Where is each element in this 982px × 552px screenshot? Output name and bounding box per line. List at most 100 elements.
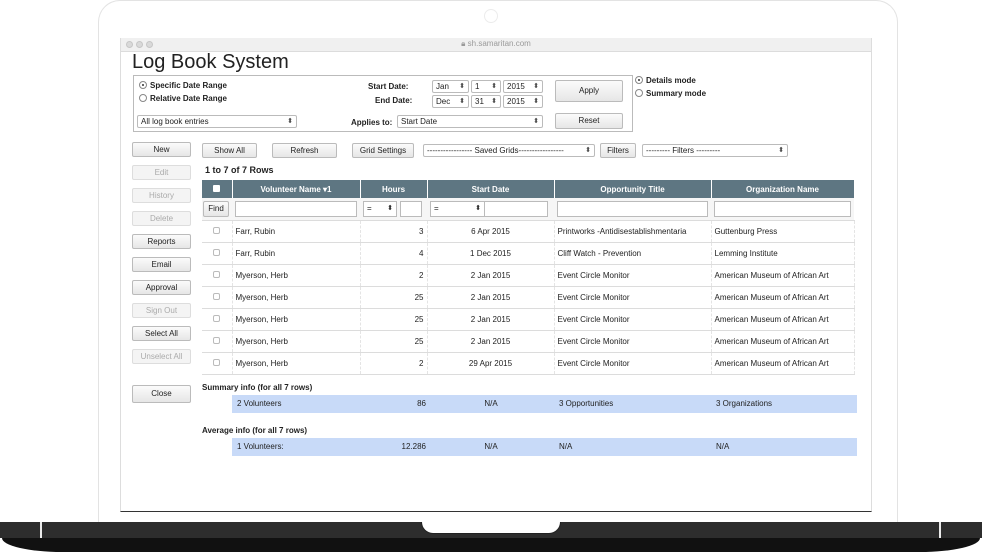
date-filter-input[interactable]	[484, 201, 548, 217]
row-checkbox[interactable]	[202, 220, 233, 243]
col-header-opportunity-title[interactable]: Opportunity Title	[554, 180, 712, 198]
relative-date-range-radio[interactable]: Relative Date Range	[139, 94, 227, 103]
filters-button[interactable]: Filters	[600, 143, 636, 158]
radio-selected-icon	[139, 81, 147, 89]
find-button[interactable]: Find	[203, 201, 229, 217]
checkbox-icon	[213, 249, 221, 256]
start-date-cell: 2 Jan 2015	[427, 264, 555, 287]
filters-select[interactable]: --------- Filters --------- ⬍	[642, 144, 788, 157]
volunteer-name-cell: Myerson, Herb	[232, 308, 361, 331]
table-row[interactable]: Myerson, Herb 2 2 Jan 2015 Event Circle Mon…	[202, 264, 855, 287]
average-opportunities: N/A	[559, 442, 573, 451]
specific-date-range-radio[interactable]: Specific Date Range	[139, 81, 227, 90]
lock-icon: 🔒︎	[461, 39, 466, 48]
table-row[interactable]: Farr, Rubin 3 6 Apr 2015 Printworks -Antidi…	[202, 220, 855, 243]
end-year-select[interactable]: 2015 ⬍	[503, 95, 543, 108]
select-arrows-icon: ⬍	[491, 83, 497, 90]
opportunity-title-cell: Printworks -Antidisestablishmentaria	[554, 220, 712, 243]
table-row[interactable]: Myerson, Herb 25 2 Jan 2015 Event Circle Mo…	[202, 308, 855, 331]
grid-settings-button[interactable]: Grid Settings	[352, 143, 414, 158]
refresh-button[interactable]: Refresh	[272, 143, 337, 158]
address-bar[interactable]: 🔒︎ sh.samaritan.com	[121, 39, 871, 49]
col-header-volunteer-name[interactable]: Volunteer Name ▾1	[232, 180, 361, 198]
col-header-start-date[interactable]: Start Date	[427, 180, 555, 198]
laptop-foot	[2, 538, 980, 552]
reports-button[interactable]: Reports	[132, 234, 191, 249]
average-hours: 12.286	[401, 442, 426, 451]
show-all-button[interactable]: Show All	[202, 143, 257, 158]
table-row[interactable]: Farr, Rubin 4 1 Dec 2015 Cliff Watch - Prev…	[202, 242, 855, 265]
select-arrows-icon: ⬍	[533, 118, 539, 125]
email-button[interactable]: Email	[132, 257, 191, 272]
date-operator-select[interactable]: = ⬍	[430, 201, 484, 217]
col-header-organization-name[interactable]: Organization Name	[711, 180, 855, 198]
grid-filter-row: Find = ⬍ = ⬍	[202, 198, 854, 221]
row-checkbox[interactable]	[202, 308, 233, 331]
volunteer-name-cell: Myerson, Herb	[232, 264, 361, 287]
organization-name-cell: Lemming Institute	[711, 242, 855, 265]
opportunity-title-cell: Event Circle Monitor	[554, 308, 712, 331]
start-month-select[interactable]: Jan ⬍	[432, 80, 469, 93]
applies-to-value: Start Date	[401, 117, 438, 126]
applies-to-select[interactable]: Start Date ⬍	[397, 115, 543, 128]
reset-button[interactable]: Reset	[555, 113, 623, 129]
specific-date-range-label: Specific Date Range	[150, 81, 227, 90]
radio-empty-icon	[635, 89, 643, 97]
row-checkbox[interactable]	[202, 352, 233, 375]
select-arrows-icon: ⬍	[387, 205, 393, 212]
row-checkbox[interactable]	[202, 286, 233, 309]
grid-header-row: Volunteer Name ▾1 Hours Start Date Oppor…	[202, 180, 855, 198]
volunteer-name-filter-input[interactable]	[235, 201, 357, 217]
select-arrows-icon: ⬍	[459, 98, 465, 105]
browser-window: 🔒︎ sh.samaritan.com Log Book System Spec…	[120, 38, 872, 512]
table-row[interactable]: Myerson, Herb 25 2 Jan 2015 Event Circle Mo…	[202, 286, 855, 309]
summary-organizations: 3 Organizations	[716, 399, 773, 408]
checkbox-icon	[213, 271, 221, 278]
table-row[interactable]: Myerson, Herb 2 29 Apr 2015 Event Circle Mo…	[202, 352, 855, 375]
select-arrows-icon: ⬍	[459, 83, 465, 90]
select-arrows-icon: ⬍	[533, 98, 539, 105]
col-header-hours[interactable]: Hours	[360, 180, 428, 198]
laptop-divider	[939, 522, 941, 538]
start-year-value: 2015	[507, 82, 525, 91]
end-month-select[interactable]: Dec ⬍	[432, 95, 469, 108]
checkbox-icon	[213, 337, 221, 344]
row-checkbox[interactable]	[202, 242, 233, 265]
details-mode-radio[interactable]: Details mode	[635, 76, 696, 85]
start-year-select[interactable]: 2015 ⬍	[503, 80, 543, 93]
hours-operator-select[interactable]: = ⬍	[363, 201, 397, 217]
volunteer-name-cell: Myerson, Herb	[232, 330, 361, 353]
opportunity-filter-input[interactable]	[557, 201, 708, 217]
average-volunteers: 1 Volunteers:	[237, 442, 284, 451]
average-info-label: Average info (for all 7 rows)	[202, 426, 308, 435]
row-count: 1 to 7 of 7 Rows	[205, 165, 274, 175]
select-all-header-checkbox[interactable]	[202, 180, 233, 198]
row-checkbox[interactable]	[202, 264, 233, 287]
close-button[interactable]: Close	[132, 385, 191, 403]
saved-grids-select[interactable]: ----------------- Saved Grids-----------…	[423, 144, 595, 157]
start-day-select[interactable]: 1 ⬍	[471, 80, 501, 93]
organization-name-cell: American Museum of African Art	[711, 286, 855, 309]
summary-mode-radio[interactable]: Summary mode	[635, 89, 706, 98]
log-entries-select[interactable]: All log book entries ⬍	[137, 115, 297, 128]
hours-filter-input[interactable]	[400, 201, 422, 217]
hours-operator-value: =	[367, 204, 372, 213]
approval-button[interactable]: Approval	[132, 280, 191, 295]
table-row[interactable]: Myerson, Herb 25 2 Jan 2015 Event Circle Mo…	[202, 330, 855, 353]
organization-filter-input[interactable]	[714, 201, 851, 217]
apply-button[interactable]: Apply	[555, 80, 623, 102]
summary-info-label: Summary info (for all 7 rows)	[202, 383, 313, 392]
start-date-cell: 2 Jan 2015	[427, 286, 555, 309]
radio-empty-icon	[139, 94, 147, 102]
opportunity-title-cell: Event Circle Monitor	[554, 352, 712, 375]
organization-name-cell: American Museum of African Art	[711, 330, 855, 353]
opportunity-title-cell: Event Circle Monitor	[554, 264, 712, 287]
end-day-select[interactable]: 31 ⬍	[471, 95, 501, 108]
row-checkbox[interactable]	[202, 330, 233, 353]
select-all-button[interactable]: Select All	[132, 326, 191, 341]
volunteer-name-cell: Myerson, Herb	[232, 352, 361, 375]
new-button[interactable]: New	[132, 142, 191, 157]
hours-cell: 3	[360, 220, 428, 243]
select-arrows-icon: ⬍	[287, 118, 293, 125]
select-arrows-icon: ⬍	[491, 98, 497, 105]
